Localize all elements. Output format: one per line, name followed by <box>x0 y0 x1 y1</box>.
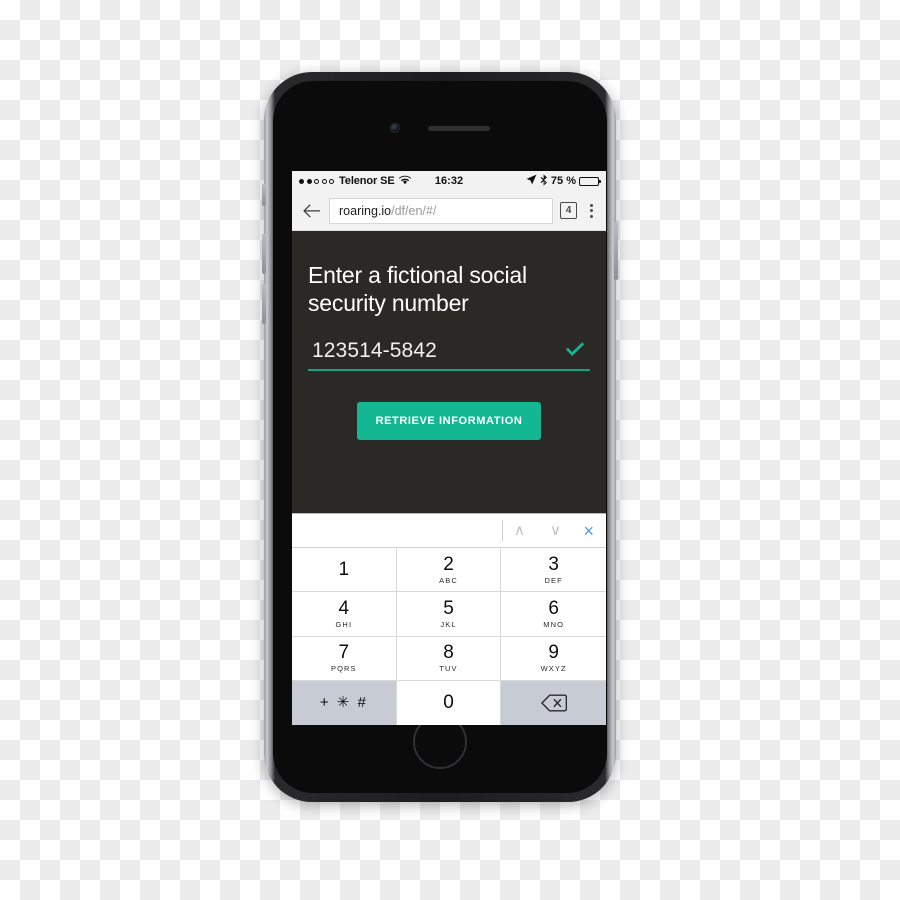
key-4[interactable]: 4 GHI <box>292 592 397 637</box>
close-icon[interactable]: × <box>583 522 594 540</box>
silent-switch[interactable] <box>262 184 266 206</box>
key-4-letters: GHI <box>335 620 353 630</box>
back-arrow-icon[interactable] <box>300 200 322 222</box>
overflow-menu-icon[interactable] <box>584 203 598 218</box>
url-input[interactable]: roaring.io/df/en/#/ <box>329 197 553 224</box>
bluetooth-icon <box>540 173 548 189</box>
status-bar-right-group: 75 % <box>526 173 601 189</box>
key-8-letters: TUV <box>439 664 458 674</box>
key-5-letters: JKL <box>440 620 457 630</box>
key-6-letters: MNO <box>543 620 565 630</box>
key-5-digit: 5 <box>443 598 454 620</box>
sensor-row <box>273 121 607 135</box>
ssn-input[interactable]: 123514-5842 <box>312 339 564 363</box>
key-3-letters: DEF <box>544 575 563 585</box>
browser-toolbar: roaring.io/df/en/#/ 4 <box>292 191 606 231</box>
retrieve-information-button[interactable]: RETRIEVE INFORMATION <box>356 402 542 441</box>
checkmark-icon <box>564 341 586 363</box>
iphone-device: Telenor SE 16:32 75 % roaring.io /df/en/… <box>262 72 618 802</box>
key-symbols-digit: + ✳ # <box>319 694 368 712</box>
key-6[interactable]: 6 MNO <box>501 592 606 637</box>
volume-down-button[interactable] <box>262 284 266 324</box>
battery-icon <box>579 176 601 186</box>
chevron-down-icon[interactable]: ∨ <box>547 523 563 538</box>
key-1[interactable]: 1 <box>292 548 397 593</box>
numeric-keyboard: ∧ ∨ × 1 2 ABC 3 DEF 4 GHI 5 JKL 6 MNO 7 PQRS 8 TUV 9 WXY… <box>292 513 606 725</box>
key-7-letters: PQRS <box>331 664 357 674</box>
status-bar: Telenor SE 16:32 75 % <box>292 171 606 191</box>
key-2-letters: ABC <box>439 575 458 585</box>
key-1-digit: 1 <box>338 559 350 581</box>
backspace-icon <box>540 694 567 712</box>
volume-up-button[interactable] <box>262 234 266 274</box>
key-2-digit: 2 <box>443 553 454 575</box>
key-3[interactable]: 3 DEF <box>501 548 606 593</box>
key-9-digit: 9 <box>548 642 559 664</box>
key-symbols[interactable]: + ✳ # <box>292 680 397 725</box>
front-camera-icon <box>390 123 400 133</box>
phone-screen: Telenor SE 16:32 75 % roaring.io /df/en/… <box>292 171 606 725</box>
key-backspace[interactable] <box>501 680 606 725</box>
earpiece-speaker <box>428 125 490 131</box>
tab-count-button[interactable]: 4 <box>560 202 577 219</box>
page-content: Enter a fictional social security number… <box>292 231 606 513</box>
keyboard-toolbar: ∧ ∨ × <box>292 514 606 548</box>
key-0-digit: 0 <box>443 692 454 714</box>
key-0[interactable]: 0 <box>396 680 502 725</box>
ssn-input-row[interactable]: 123514-5842 <box>308 339 590 372</box>
key-9[interactable]: 9 WXYZ <box>501 636 606 681</box>
wifi-icon <box>398 175 411 188</box>
key-9-letters: WXYZ <box>540 664 567 674</box>
key-5[interactable]: 5 JKL <box>396 592 502 637</box>
signal-strength-icon <box>299 178 334 184</box>
key-7[interactable]: 7 PQRS <box>292 636 397 681</box>
power-button[interactable] <box>614 222 618 280</box>
url-path: /df/en/#/ <box>391 203 437 218</box>
keypad-grid: 1 2 ABC 3 DEF 4 GHI 5 JKL 6 MNO 7 PQRS 8 TUV 9 WXYZ + ✳ #… <box>292 548 606 725</box>
battery-percent: 75 % <box>550 175 576 187</box>
url-host: roaring.io <box>339 203 392 218</box>
key-2[interactable]: 2 ABC <box>396 548 502 593</box>
key-6-digit: 6 <box>548 598 559 620</box>
phone-bezel: Telenor SE 16:32 75 % roaring.io /df/en/… <box>273 81 607 793</box>
carrier-name: Telenor SE <box>339 175 395 187</box>
chevron-up-icon[interactable]: ∧ <box>511 523 527 538</box>
page-title: Enter a fictional social security number <box>308 262 527 317</box>
key-4-digit: 4 <box>338 598 350 620</box>
key-8-digit: 8 <box>443 642 454 664</box>
location-arrow-icon <box>526 174 537 188</box>
key-7-digit: 7 <box>338 642 350 664</box>
retrieve-button-wrap: RETRIEVE INFORMATION <box>308 402 590 441</box>
key-3-digit: 3 <box>548 553 559 575</box>
key-8[interactable]: 8 TUV <box>396 636 502 681</box>
